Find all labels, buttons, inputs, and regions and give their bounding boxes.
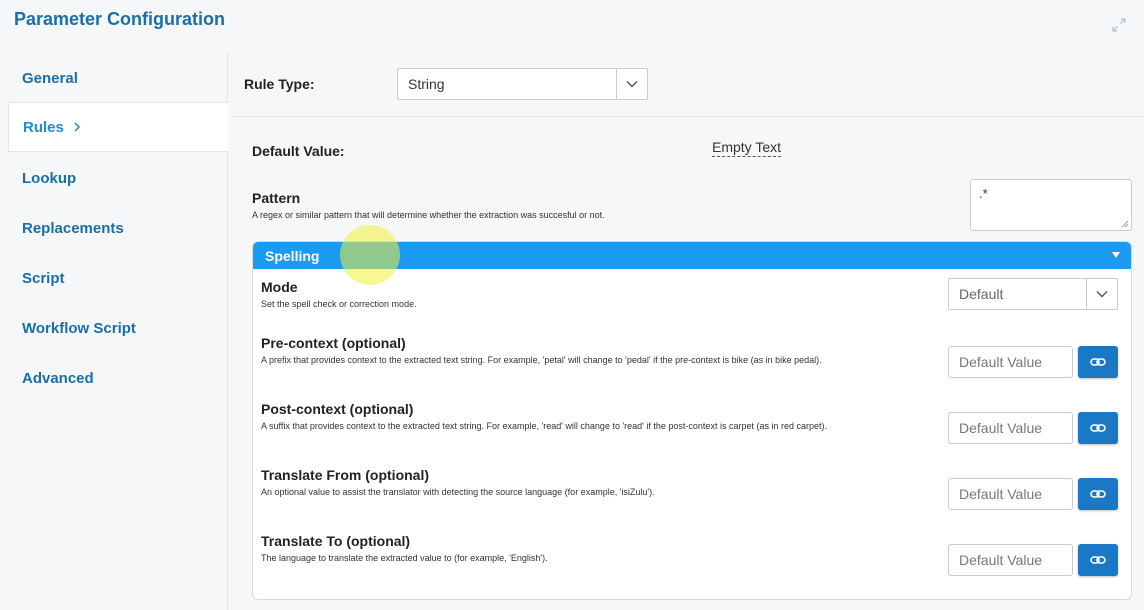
chevron-down-icon[interactable] bbox=[1086, 279, 1117, 309]
chevron-down-icon[interactable] bbox=[616, 69, 647, 99]
sidebar-item-label: Advanced bbox=[22, 369, 94, 387]
pattern-value: .* bbox=[979, 186, 988, 201]
post-context-placeholder: Default Value bbox=[959, 420, 1043, 436]
translate-to-placeholder: Default Value bbox=[959, 552, 1043, 568]
translate-from-input[interactable]: Default Value bbox=[948, 478, 1073, 510]
spelling-panel-title: Spelling bbox=[265, 247, 320, 264]
rule-type-label: Rule Type: bbox=[244, 76, 315, 92]
resize-grip-icon[interactable] bbox=[1121, 220, 1129, 228]
sidebar-item-workflow-script[interactable]: Workflow Script bbox=[8, 303, 228, 353]
translate-from-label: Translate From (optional) bbox=[261, 467, 430, 483]
sidebar-item-script[interactable]: Script bbox=[8, 253, 228, 303]
sidebar-item-label: Rules bbox=[23, 118, 64, 136]
mode-description: Set the spell check or correction mode. bbox=[261, 299, 417, 309]
default-value-editable[interactable]: Empty Text bbox=[712, 139, 781, 157]
translate-to-link-button[interactable] bbox=[1078, 544, 1118, 576]
pre-context-label: Pre-context (optional) bbox=[261, 335, 406, 351]
translate-from-description: An optional value to assist the translat… bbox=[261, 487, 655, 497]
translate-to-input[interactable]: Default Value bbox=[948, 544, 1073, 576]
sidebar-item-replacements[interactable]: Replacements bbox=[8, 203, 228, 253]
sidebar-item-label: Script bbox=[22, 269, 65, 287]
translate-to-description: The language to translate the extracted … bbox=[261, 553, 548, 563]
pre-context-link-button[interactable] bbox=[1078, 346, 1118, 378]
sidebar-item-label: General bbox=[22, 69, 78, 87]
mode-value: Default bbox=[959, 286, 1004, 302]
page-title: Parameter Configuration bbox=[14, 9, 226, 29]
sidebar-item-label: Workflow Script bbox=[22, 319, 136, 337]
post-context-description: A suffix that provides context to the ex… bbox=[261, 421, 827, 431]
sidebar-item-general[interactable]: General bbox=[8, 53, 228, 103]
link-icon bbox=[1090, 490, 1106, 498]
sidebar: General Rules Lookup Replacements Script… bbox=[8, 53, 228, 610]
mode-label: Mode bbox=[261, 279, 298, 295]
pattern-textarea[interactable]: .* bbox=[970, 179, 1132, 231]
link-icon bbox=[1090, 424, 1106, 432]
expand-icon[interactable] bbox=[1111, 17, 1127, 33]
rule-type-select[interactable]: String bbox=[397, 68, 648, 100]
translate-from-placeholder: Default Value bbox=[959, 486, 1043, 502]
chevron-right-icon bbox=[74, 122, 80, 132]
mode-select[interactable]: Default bbox=[948, 278, 1118, 310]
sidebar-item-lookup[interactable]: Lookup bbox=[8, 153, 228, 203]
post-context-input[interactable]: Default Value bbox=[948, 412, 1073, 444]
default-value-label: Default Value: bbox=[252, 143, 345, 159]
pre-context-placeholder: Default Value bbox=[959, 354, 1043, 370]
post-context-link-button[interactable] bbox=[1078, 412, 1118, 444]
pre-context-input[interactable]: Default Value bbox=[948, 346, 1073, 378]
divider bbox=[232, 116, 1144, 117]
link-icon bbox=[1090, 358, 1106, 366]
pre-context-description: A prefix that provides context to the ex… bbox=[261, 355, 822, 365]
translate-to-label: Translate To (optional) bbox=[261, 533, 411, 549]
sidebar-item-label: Lookup bbox=[22, 169, 77, 187]
sidebar-item-rules[interactable]: Rules bbox=[8, 102, 228, 152]
spelling-panel-header[interactable]: Spelling bbox=[253, 242, 1131, 269]
pattern-description: A regex or similar pattern that will det… bbox=[252, 210, 605, 220]
caret-down-icon[interactable] bbox=[1111, 250, 1121, 260]
rule-type-value: String bbox=[408, 76, 445, 92]
sidebar-item-advanced[interactable]: Advanced bbox=[8, 353, 228, 403]
pattern-label: Pattern bbox=[252, 190, 301, 206]
post-context-label: Post-context (optional) bbox=[261, 401, 414, 417]
translate-from-link-button[interactable] bbox=[1078, 478, 1118, 510]
sidebar-item-label: Replacements bbox=[22, 219, 124, 237]
link-icon bbox=[1090, 556, 1106, 564]
